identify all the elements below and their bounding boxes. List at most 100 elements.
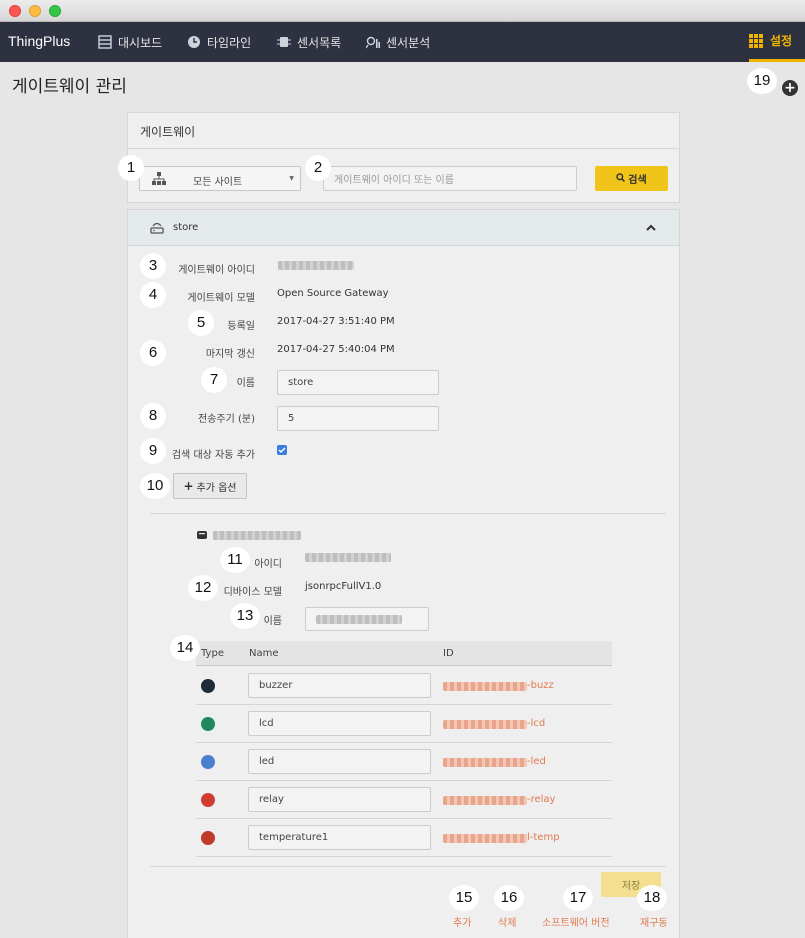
panel-title: 게이트웨이 [140,125,196,139]
top-navbar: ThingPlus 대시보드 타임라인 센서목록 센서분석 설정 [0,22,805,62]
table-row: led -led [196,743,612,781]
nav-item-settings[interactable]: 설정 [749,22,805,62]
sensor-id-masked [443,720,527,729]
device-name-value [213,531,301,540]
sensor-id-suffix[interactable]: -buzz [527,680,554,691]
divider [128,148,679,149]
sensor-id-suffix[interactable]: -relay [527,794,555,805]
annotation-badge: 8 [140,403,166,429]
annotation-badge: 17 [563,885,593,911]
annotation-badge: 14 [170,635,200,661]
search-icon [616,172,626,185]
device-name-input-value [316,614,402,624]
gateway-search-panel: 게이트웨이 모든 사이트 ▼ 게이트웨이 아이디 또는 이름 검색 [127,112,680,203]
device-id-value [305,553,391,562]
annotation-badge: 1 [118,155,144,181]
led-icon [201,755,215,769]
annotation-badge: 3 [140,253,166,279]
column-type: Type [201,648,224,659]
section-divider [150,513,666,514]
device-model-value: jsonrpcFullV1.0 [305,581,382,592]
search-button-label: 검색 [628,175,647,186]
sensor-name-input[interactable]: led [248,749,431,774]
last-update-label: 마지막 갱신 [205,349,255,360]
sensor-name-value: lcd [259,718,274,729]
gateway-name: store [173,222,199,233]
minimize-window-button[interactable] [29,5,41,17]
table-row: relay -relay [196,781,612,819]
page-title: 게이트웨이 관리 [12,77,127,97]
add-gateway-icon[interactable]: + [782,80,798,96]
chevron-down-icon: ▼ [289,175,294,182]
gateway-search-input[interactable]: 게이트웨이 아이디 또는 이름 [323,166,577,191]
table-row: lcd -lcd [196,705,612,743]
annotation-badge: 13 [230,603,260,629]
collapse-chevron-icon[interactable] [646,222,656,235]
device-name-input[interactable] [305,607,429,631]
nav-item-sensor-analysis[interactable]: 센서분석 [365,22,430,62]
sensor-id-masked [443,834,527,843]
close-window-button[interactable] [9,5,21,17]
annotation-badge: 18 [637,885,667,911]
nav-item-timeline[interactable]: 타임라인 [187,22,251,62]
sensor-id-suffix[interactable]: -led [527,756,546,767]
sensor-id-masked [443,758,527,767]
chip-icon [277,35,291,49]
sensor-id-masked [443,682,527,691]
clock-icon [187,35,201,49]
window-titlebar [0,0,805,22]
registered-value: 2017-04-27 3:51:40 PM [277,316,395,327]
brand-logo[interactable]: ThingPlus [8,33,70,49]
nav-item-dashboard[interactable]: 대시보드 [98,22,162,62]
site-select[interactable]: 모든 사이트 ▼ [139,166,301,191]
annotation-badge: 15 [449,885,479,911]
auto-add-checkbox[interactable] [277,445,287,455]
last-update-value: 2017-04-27 5:40:04 PM [277,344,395,355]
restart-link[interactable]: 재구동 [640,914,668,929]
device-icon [197,530,207,543]
gateway-model-value: Open Source Gateway [277,288,389,299]
thermometer-icon [201,831,215,845]
sensor-id-suffix[interactable]: -lcd [527,718,545,729]
annotation-badge: 6 [140,340,166,366]
sensor-name-input[interactable]: temperature1 [248,825,431,850]
save-button-label: 저장 [621,881,641,892]
period-input[interactable]: 5 [277,406,439,431]
gateway-name-input[interactable]: store [277,370,439,395]
sensor-name-value: temperature1 [259,832,329,843]
sensor-name-input[interactable]: buzzer [248,673,431,698]
annotation-badge: 10 [140,473,170,499]
add-link[interactable]: 추가 [453,914,471,929]
gateway-header[interactable]: store [128,210,679,246]
column-id: ID [443,648,454,659]
gateway-name-input-value: store [288,377,314,388]
nav-item-sensor-list[interactable]: 센서목록 [277,22,341,62]
sensor-id-suffix[interactable]: l-temp [527,832,560,843]
table-row: temperature1 l-temp [196,819,612,857]
more-options-button[interactable]: + 추가 옵션 [173,473,247,499]
sensor-name-input[interactable]: relay [248,787,431,812]
maximize-window-button[interactable] [49,5,61,17]
dashboard-icon [98,35,112,49]
delete-link[interactable]: 삭제 [498,914,516,929]
period-label: 전송주기 (분) [198,414,255,425]
annotation-badge: 2 [305,155,331,181]
period-input-value: 5 [288,413,295,424]
annotation-badge: 5 [188,310,214,336]
grid-icon [749,33,763,48]
nav-item-label: 설정 [770,34,793,48]
gateway-id-label: 게이트웨이 아이디 [178,265,255,276]
analytics-icon [365,35,380,49]
router-icon [150,220,164,237]
search-placeholder: 게이트웨이 아이디 또는 이름 [334,175,454,186]
sensor-name-value: led [259,756,275,767]
sensor-id-masked [443,796,527,805]
sensor-name-value: relay [259,794,284,805]
nav-item-label: 센서목록 [297,35,342,50]
gateway-model-label: 게이트웨이 모델 [187,293,255,304]
software-version-link[interactable]: 소프트웨어 버전 [542,914,610,929]
sensor-name-input[interactable]: lcd [248,711,431,736]
buzzer-icon [201,679,215,693]
annotation-badge: 19 [747,68,777,94]
search-button[interactable]: 검색 [595,166,668,191]
